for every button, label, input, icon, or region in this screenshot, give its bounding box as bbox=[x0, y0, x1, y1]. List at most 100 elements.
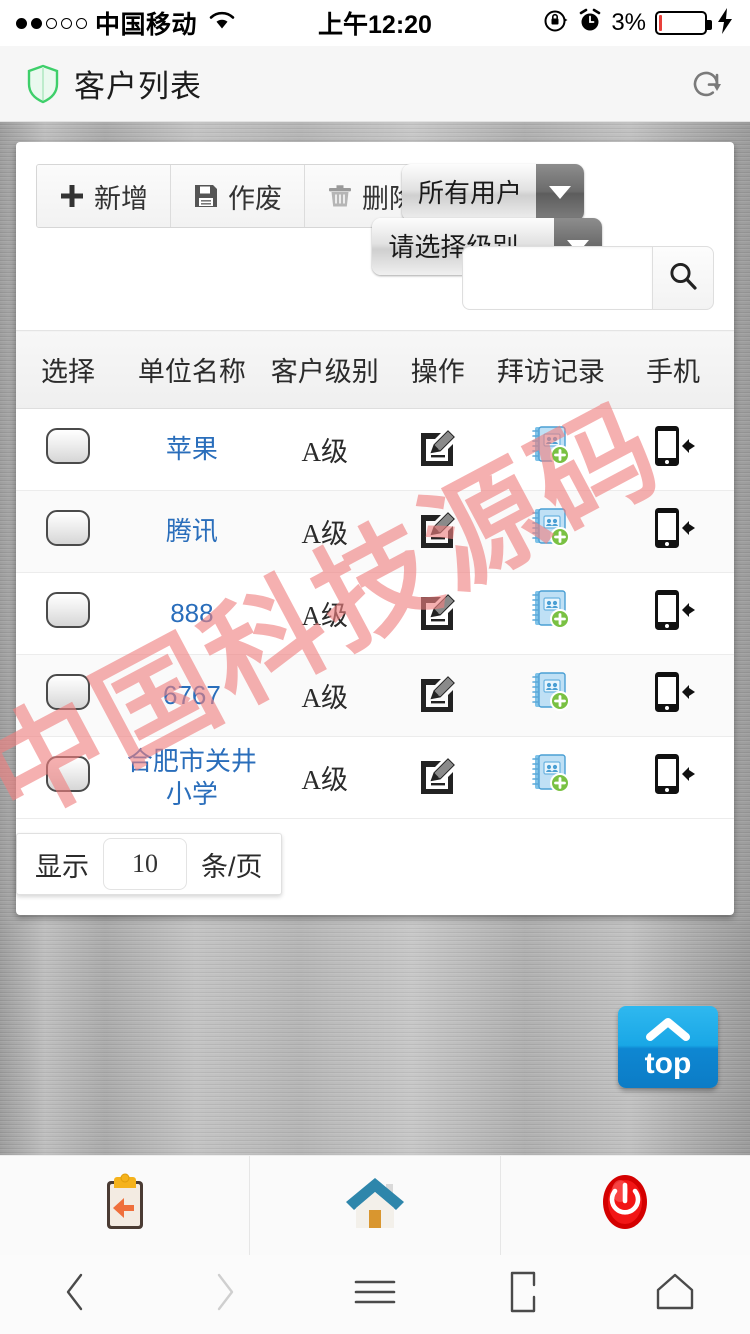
chevron-down-icon bbox=[536, 164, 584, 221]
bottom-toolbar bbox=[0, 1155, 750, 1255]
edit-pencil-icon[interactable] bbox=[415, 669, 461, 715]
customer-name-link[interactable]: 腾讯 bbox=[166, 516, 218, 546]
customer-level-label: A级 bbox=[301, 437, 348, 467]
mobile-phone-icon[interactable] bbox=[648, 587, 698, 633]
col-header-action: 操作 bbox=[385, 330, 490, 409]
tabs-icon bbox=[504, 1269, 546, 1320]
col-header-visit: 拜访记录 bbox=[489, 330, 612, 409]
wifi-icon bbox=[207, 8, 237, 39]
row-phone-cell bbox=[611, 736, 734, 819]
table-row: 合肥市关井小学 A级 bbox=[16, 736, 734, 819]
customer-name-link[interactable]: 合肥市关井小学 bbox=[127, 746, 257, 809]
add-button[interactable]: 新增 bbox=[37, 165, 171, 227]
page-size-input[interactable] bbox=[103, 838, 187, 890]
add-notebook-icon[interactable] bbox=[528, 669, 574, 715]
row-select-cell bbox=[16, 408, 121, 491]
row-select-cell bbox=[16, 654, 121, 737]
mobile-phone-icon[interactable] bbox=[648, 669, 698, 715]
row-name-cell: 合肥市关井小学 bbox=[120, 736, 264, 819]
row-level-cell: A级 bbox=[263, 490, 386, 573]
search-row bbox=[462, 246, 714, 310]
customer-level-label: A级 bbox=[301, 519, 348, 549]
row-visit-cell bbox=[489, 490, 612, 573]
nav-home-button[interactable] bbox=[630, 1255, 720, 1334]
status-bar-right: 3% bbox=[543, 7, 734, 40]
add-notebook-icon[interactable] bbox=[528, 587, 574, 633]
status-bar-left: 中国移动 bbox=[16, 5, 237, 41]
bottom-item-back-to-list[interactable] bbox=[0, 1156, 251, 1255]
row-checkbox[interactable] bbox=[46, 674, 91, 710]
carrier-label: 中国移动 bbox=[95, 11, 198, 39]
row-checkbox[interactable] bbox=[46, 592, 91, 628]
row-level-cell: A级 bbox=[263, 408, 386, 491]
mobile-phone-icon[interactable] bbox=[648, 505, 698, 551]
row-checkbox[interactable] bbox=[46, 428, 91, 464]
user-filter-select[interactable]: 所有用户 bbox=[401, 164, 584, 221]
mobile-phone-icon[interactable] bbox=[648, 423, 698, 469]
edit-pencil-icon[interactable] bbox=[415, 751, 461, 797]
page-size-prefix-label: 显示 bbox=[35, 851, 89, 882]
row-phone-cell bbox=[611, 654, 734, 737]
refresh-icon[interactable] bbox=[684, 62, 728, 106]
edit-pencil-icon[interactable] bbox=[415, 423, 461, 469]
col-header-select: 选择 bbox=[16, 330, 121, 409]
add-notebook-icon[interactable] bbox=[528, 751, 574, 797]
power-off-icon bbox=[595, 1171, 655, 1240]
row-visit-cell bbox=[489, 572, 612, 655]
row-select-cell bbox=[16, 736, 121, 819]
row-level-cell: A级 bbox=[263, 572, 386, 655]
app-header: 客户列表 bbox=[0, 46, 750, 122]
nav-tabs-button[interactable] bbox=[480, 1255, 570, 1334]
android-navigation-bar bbox=[0, 1255, 750, 1334]
pagination: 显示 条/页 bbox=[16, 833, 282, 895]
customer-name-link[interactable]: 888 bbox=[170, 598, 213, 628]
row-action-cell bbox=[385, 490, 490, 573]
edit-pencil-icon[interactable] bbox=[415, 587, 461, 633]
row-phone-cell bbox=[611, 408, 734, 491]
toolbar: 新增 作废 删除 所有用户 bbox=[16, 142, 734, 330]
rotation-lock-icon bbox=[543, 8, 569, 39]
row-action-cell bbox=[385, 408, 490, 491]
mobile-phone-icon[interactable] bbox=[648, 751, 698, 797]
row-action-cell bbox=[385, 736, 490, 819]
customer-name-link[interactable]: 6767 bbox=[163, 680, 221, 710]
customer-level-label: A级 bbox=[301, 601, 348, 631]
customer-level-label: A级 bbox=[301, 765, 348, 795]
search-input[interactable] bbox=[462, 246, 652, 310]
void-button[interactable]: 作废 bbox=[171, 165, 305, 227]
bottom-item-home[interactable] bbox=[250, 1156, 501, 1255]
user-filter-value: 所有用户 bbox=[401, 164, 536, 221]
row-checkbox[interactable] bbox=[46, 510, 91, 546]
alarm-clock-icon bbox=[578, 8, 602, 39]
nav-menu-button[interactable] bbox=[330, 1255, 420, 1334]
table-header-row: 选择 单位名称 客户级别 操作 拜访记录 手机 bbox=[16, 330, 734, 409]
row-select-cell bbox=[16, 490, 121, 573]
nav-forward-button[interactable] bbox=[180, 1255, 270, 1334]
scroll-to-top-button[interactable]: top bbox=[618, 1006, 718, 1088]
pagination-area: 显示 条/页 bbox=[16, 819, 734, 915]
row-checkbox[interactable] bbox=[46, 756, 91, 792]
col-header-name: 单位名称 bbox=[120, 330, 264, 409]
add-notebook-icon[interactable] bbox=[528, 505, 574, 551]
home-house-icon bbox=[342, 1172, 408, 1239]
home-outline-icon bbox=[652, 1270, 698, 1319]
plus-icon bbox=[59, 183, 85, 209]
add-notebook-icon[interactable] bbox=[528, 423, 574, 469]
col-header-phone: 手机 bbox=[611, 330, 734, 409]
edit-pencil-icon[interactable] bbox=[415, 505, 461, 551]
page-background: 新增 作废 删除 所有用户 选择 单位名称 客户级别 操作 拜访记录 手机 苹果… bbox=[0, 122, 750, 1334]
table-row: 苹果 A级 bbox=[16, 408, 734, 491]
row-action-cell bbox=[385, 654, 490, 737]
row-name-cell: 苹果 bbox=[120, 408, 264, 491]
clipboard-back-icon bbox=[96, 1171, 154, 1240]
bottom-item-logout[interactable] bbox=[501, 1156, 750, 1255]
search-button[interactable] bbox=[652, 246, 714, 310]
shield-icon bbox=[26, 64, 60, 104]
save-floppy-icon bbox=[193, 183, 219, 209]
status-bar: 中国移动 上午12:20 3% bbox=[0, 0, 750, 46]
col-header-level: 客户级别 bbox=[263, 330, 386, 409]
chevron-left-icon bbox=[58, 1270, 92, 1319]
nav-back-button[interactable] bbox=[30, 1255, 120, 1334]
void-button-label: 作废 bbox=[228, 183, 282, 214]
customer-name-link[interactable]: 苹果 bbox=[166, 434, 218, 464]
